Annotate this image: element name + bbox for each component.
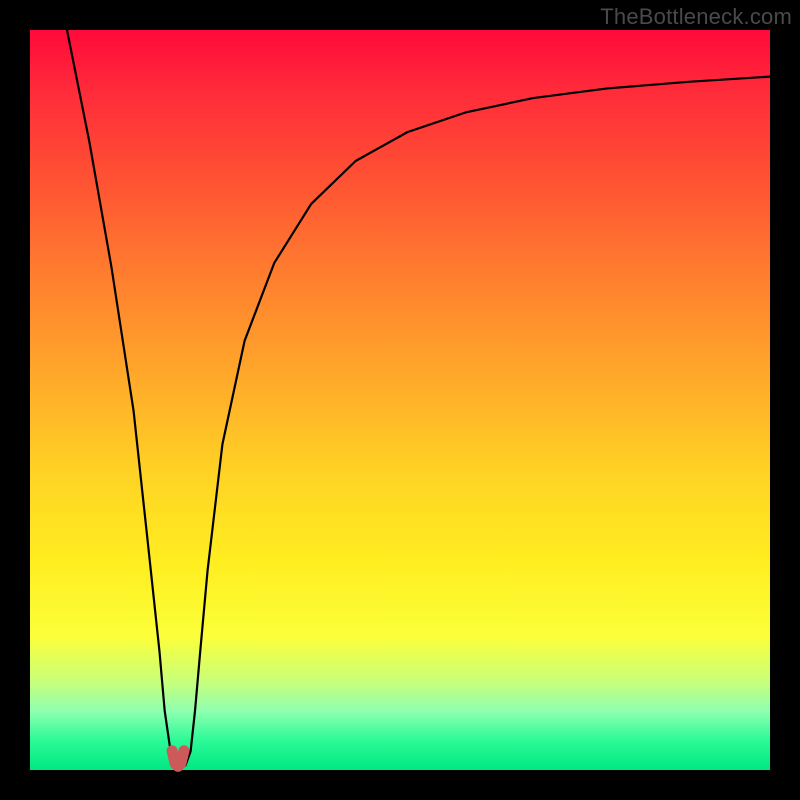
curve-svg: [30, 30, 770, 770]
bottleneck-curve: [67, 30, 770, 767]
chart-frame: TheBottleneck.com: [0, 0, 800, 800]
plot-area: [30, 30, 770, 770]
min-marker: [172, 751, 184, 767]
watermark-text: TheBottleneck.com: [600, 4, 792, 30]
